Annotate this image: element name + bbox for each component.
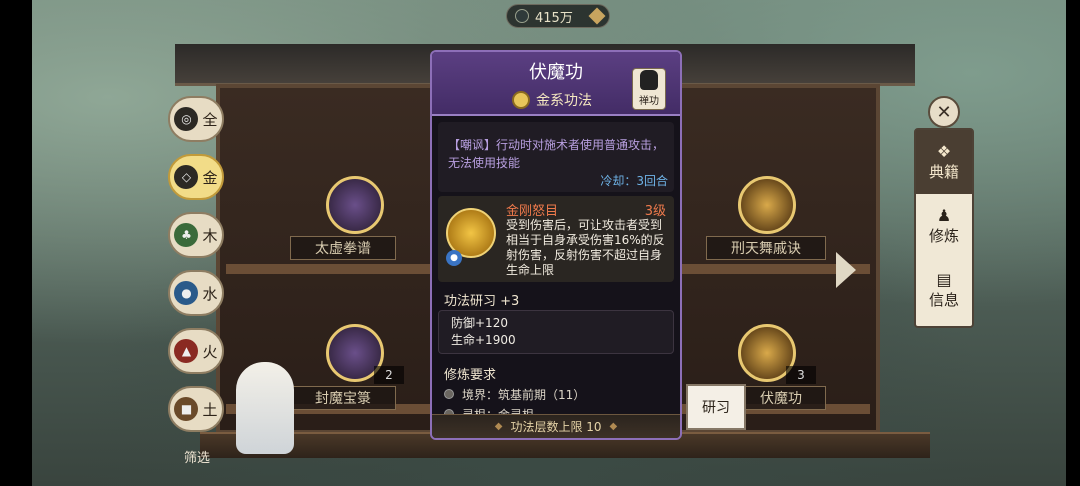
next-page-arrow-icon[interactable] [836,252,856,288]
currency-display: 415万 [506,4,610,28]
side-menu-item-books[interactable]: ❖ 典籍 [916,130,972,194]
screen-edge-left [0,0,32,486]
close-icon[interactable]: ✕ [928,96,960,128]
fist-icon [640,70,658,90]
side-menu-item-info[interactable]: ▤ 信息 [916,258,972,322]
book-label[interactable]: 刑天舞戚诀 [706,236,826,260]
book-count: 2 [374,366,404,384]
research-title: 功法研习 +3 [444,294,520,309]
element-filter-list: ◎ 全 ◇ 金 ♣ 木 ● 水 ▲ 火 ■ 土 [168,96,226,444]
element-button-earth[interactable]: ■ 土 [168,386,224,432]
element-button-water[interactable]: ● 水 [168,270,224,316]
spirit-stone-icon [515,9,529,23]
requirement-item: 境界：筑基前期（11） [444,384,674,404]
study-button[interactable]: 研习 [686,384,746,430]
ornament-icon: ◆ [494,421,503,432]
requirements-title: 修炼要求 [444,368,497,383]
effect-text: 【嘲讽】行动时对施术者使用普通攻击，无法使用技能 [448,138,665,170]
character-avatar [236,362,294,454]
currency-amount: 415万 [535,10,573,26]
skill-level: 3级 [644,204,666,219]
water-element-icon: ● [174,281,199,305]
metal-element-icon [512,91,530,109]
element-button-all[interactable]: ◎ 全 [168,96,224,142]
skill-name: 金刚怒目 [506,204,559,219]
metal-element-icon: ◇ [174,165,199,189]
meditate-icon: ♟ [936,205,952,225]
skill-box: ● 金刚怒目 3级 受到伤害后，可让攻击者受到相当于自身承受伤害16%的反射伤害… [438,196,674,282]
filter-button[interactable]: 筛选 [180,432,214,466]
all-element-icon: ◎ [174,107,199,131]
stat-hp: 生命+1900 [451,333,516,347]
element-tag: 金系功法 [512,90,592,110]
book-icon-taixu[interactable] [326,176,384,234]
skill-description: 受到伤害后，可让攻击者受到相当于自身承受伤害16%的反射伤害，反射伤害不超过自身… [506,218,665,277]
layer-limit-text: 功法层数上限 10 [510,420,602,434]
wood-element-icon: ♣ [174,223,199,247]
cooldown-text: 冷却：3回合 [600,174,668,188]
ornament-icon: ◆ [609,421,618,432]
fire-element-icon: ▲ [174,339,199,363]
book-label[interactable]: 封魔宝箓 [290,386,396,410]
technique-detail-panel: 伏魔功 金系功法 禅功 【嘲讽】行动时对施术者使用普通攻击，无法使用技能 冷却：… [430,50,682,440]
earth-element-icon: ■ [174,397,199,421]
book-count: 3 [786,366,816,384]
screen-edge-right [1066,0,1080,486]
panel-header: 伏魔功 金系功法 禅功 [432,52,680,116]
book-label[interactable]: 伏魔功 [736,386,826,410]
element-button-metal[interactable]: ◇ 金 [168,154,224,200]
skill-type-icon: ● [446,250,462,266]
info-icon: ▤ [936,269,952,289]
add-currency-icon[interactable] [588,7,606,25]
technique-type-badge: 禅功 [632,68,666,110]
side-menu-item-cultivate[interactable]: ♟ 修炼 [916,194,972,258]
effect-box: 【嘲讽】行动时对施术者使用普通攻击，无法使用技能 冷却：3回合 [438,122,674,192]
book-icon: ❖ [936,141,952,161]
book-label[interactable]: 太虚拳谱 [290,236,396,260]
side-menu: ❖ 典籍 ♟ 修炼 ▤ 信息 [914,128,974,328]
book-icon-xingtian[interactable] [738,176,796,234]
panel-footer: ◆ 功法层数上限 10 ◆ [432,414,680,438]
status-dot-icon [444,389,454,399]
element-button-fire[interactable]: ▲ 火 [168,328,224,374]
stats-box: 防御+120 生命+1900 [438,310,674,354]
panel-body[interactable]: 【嘲讽】行动时对施术者使用普通攻击，无法使用技能 冷却：3回合 ● 金刚怒目 3… [432,118,680,422]
element-button-wood[interactable]: ♣ 木 [168,212,224,258]
stat-defense: 防御+120 [451,316,508,330]
